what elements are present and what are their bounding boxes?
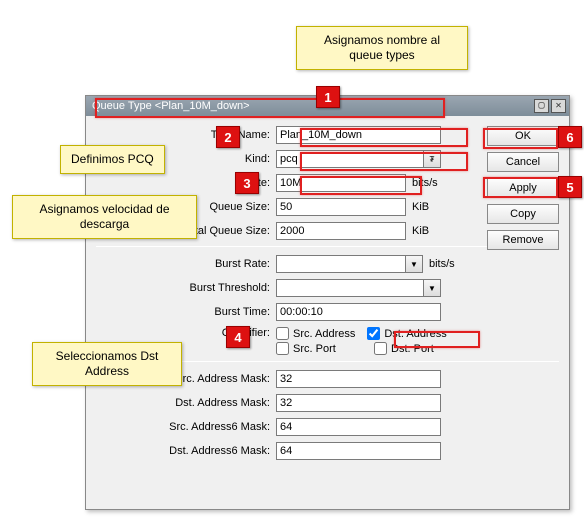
burst-time-input[interactable] (276, 303, 441, 321)
src-address-checkbox[interactable]: Src. Address (276, 327, 355, 340)
side-buttons: OK Cancel Apply Copy Remove (487, 126, 559, 250)
queue-size-unit: KiB (412, 201, 429, 213)
callout-rate: Asignamos velocidad de descarga (12, 195, 197, 239)
burst-threshold-label: Burst Threshold: (96, 282, 276, 294)
src-port-checkbox[interactable]: Src. Port (276, 342, 362, 355)
burst-time-label: Burst Time: (96, 306, 276, 318)
src6-mask-label: Src. Address6 Mask: (96, 421, 276, 433)
step-badge-5: 5 (558, 176, 582, 198)
callout-pcq: Definimos PCQ (60, 145, 165, 174)
type-name-input[interactable] (276, 126, 441, 144)
rate-unit: bits/s (412, 177, 438, 189)
dst6-mask-input[interactable] (276, 442, 441, 460)
cancel-button[interactable]: Cancel (487, 152, 559, 172)
burst-threshold-input[interactable] (276, 279, 424, 297)
src-mask-input[interactable] (276, 370, 441, 388)
burst-rate-dropdown-icon[interactable]: ▼ (406, 255, 423, 273)
dst-port-text: Dst. Port (391, 343, 434, 355)
burst-rate-input[interactable] (276, 255, 406, 273)
queue-size-input[interactable] (276, 198, 406, 216)
dst-mask-label: Dst. Address Mask: (96, 397, 276, 409)
type-name-label: Type Name: (96, 129, 276, 141)
dst6-mask-label: Dst. Address6 Mask: (96, 445, 276, 457)
burst-rate-unit: bits/s (429, 258, 455, 270)
minimize-icon[interactable]: ▢ (534, 99, 549, 113)
src-address-text: Src. Address (293, 328, 355, 340)
burst-rate-label: Burst Rate: (96, 258, 276, 270)
total-queue-size-input[interactable] (276, 222, 406, 240)
rate-input[interactable] (276, 174, 406, 192)
dst-port-checkbox[interactable]: Dst. Port (374, 342, 434, 355)
close-icon[interactable]: ✕ (551, 99, 566, 113)
step-badge-1: 1 (316, 86, 340, 108)
src-port-text: Src. Port (293, 343, 336, 355)
callout-name: Asignamos nombre al queue types (296, 26, 468, 70)
dst-address-text: Dst. Address (384, 328, 446, 340)
apply-button[interactable]: Apply (487, 178, 559, 198)
window-title: Queue Type <Plan_10M_down> (92, 96, 534, 116)
step-badge-4: 4 (226, 326, 250, 348)
kind-dropdown-icon[interactable]: ₮ (424, 150, 441, 168)
copy-button[interactable]: Copy (487, 204, 559, 224)
remove-button[interactable]: Remove (487, 230, 559, 250)
step-badge-6: 6 (558, 126, 582, 148)
src6-mask-input[interactable] (276, 418, 441, 436)
kind-input[interactable] (276, 150, 424, 168)
dst-address-checkbox[interactable]: Dst. Address (367, 327, 446, 340)
dst-mask-input[interactable] (276, 394, 441, 412)
step-badge-2: 2 (216, 126, 240, 148)
total-queue-size-unit: KiB (412, 225, 429, 237)
callout-dst: Seleccionamos Dst Address (32, 342, 182, 386)
ok-button[interactable]: OK (487, 126, 559, 146)
step-badge-3: 3 (235, 172, 259, 194)
burst-threshold-dropdown-icon[interactable]: ▼ (424, 279, 441, 297)
